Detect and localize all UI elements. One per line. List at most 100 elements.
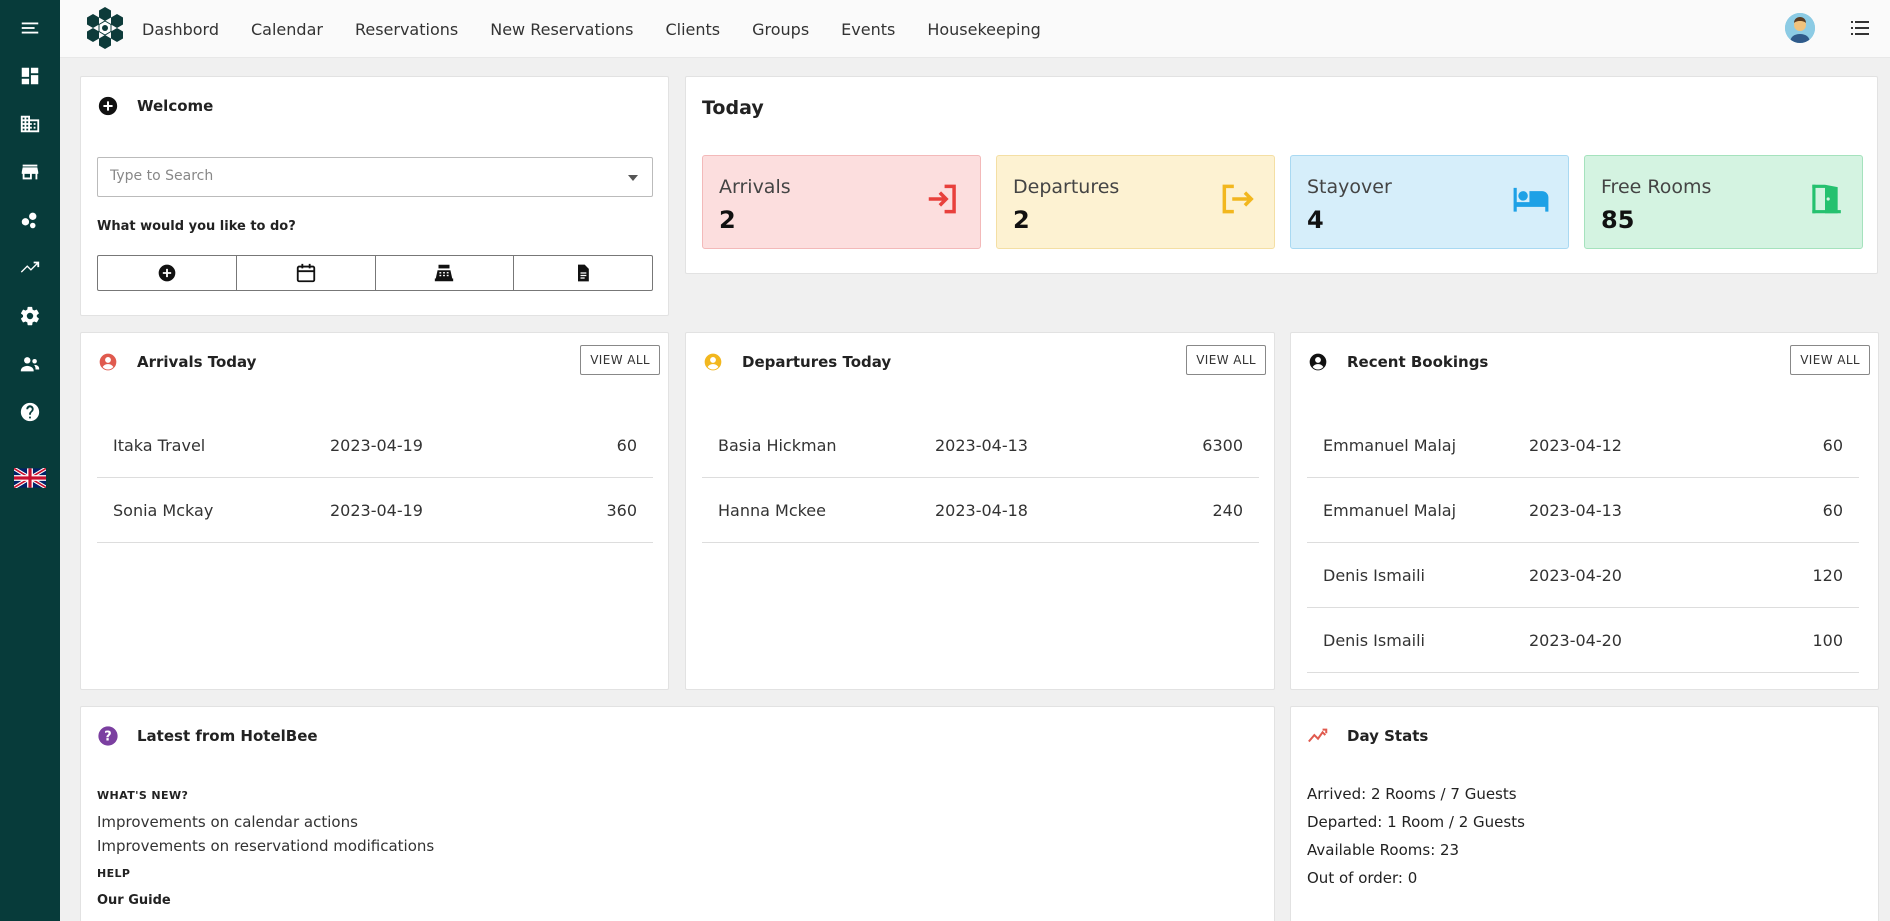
table-row[interactable]: Emmanuel Malaj 2023-04-12 60 [1307,413,1859,478]
news-item: Improvements on reservationd modificatio… [97,837,435,855]
guest-name: Basia Hickman [718,436,837,455]
latest-news-title: Latest from HotelBee [137,727,318,745]
our-guide-link[interactable]: Our Guide [97,893,171,908]
nav-groups[interactable]: Groups [752,20,809,39]
quick-document-button[interactable] [514,256,652,290]
users-icon[interactable] [15,349,45,379]
view-all-button[interactable]: VIEW ALL [580,345,660,375]
trend-icon[interactable] [15,253,45,283]
bubbles-icon[interactable] [15,205,45,235]
arrivals-stat[interactable]: Arrivals 2 [702,155,981,249]
today-card: Today Arrivals 2 Departures 2 Stayover 4… [685,76,1878,274]
search-input[interactable] [110,168,590,184]
table-row[interactable]: Denis Ismaili 2023-04-20 120 [1307,543,1859,608]
whats-new-heading: WHAT'S NEW? [97,789,189,802]
table-row[interactable]: Itaka Travel 2023-04-19 60 [97,413,653,478]
day-stat-line: Arrived: 2 Rooms / 7 Guests [1307,785,1517,803]
bed-icon [1513,187,1549,212]
door-open-icon [1812,184,1841,214]
nav-reservations[interactable]: Reservations [355,20,458,39]
stat-value: 2 [719,206,736,234]
svg-text:?: ? [104,730,111,745]
departures-stat[interactable]: Departures 2 [996,155,1275,249]
uk-flag-icon[interactable] [14,466,46,490]
today-title: Today [702,97,764,119]
main-nav: Dashbord Calendar Reservations New Reser… [142,0,1073,58]
account-circle-icon [1307,351,1329,373]
stat-label: Departures [1013,176,1120,198]
day-stats-card: Day Stats Arrived: 2 Rooms / 7 Guests De… [1290,706,1879,921]
table-row[interactable]: Sonia Mckay 2023-04-19 360 [97,478,653,543]
guest-name: Denis Ismaili [1323,631,1425,650]
day-stat-line: Departed: 1 Room / 2 Guests [1307,813,1525,831]
table-row[interactable]: Hanna Mckee 2023-04-18 240 [702,478,1259,543]
table-row[interactable]: Basia Hickman 2023-04-13 6300 [702,413,1259,478]
departure-date: 2023-04-18 [935,501,1028,520]
departures-today-title: Departures Today [742,353,892,371]
dashboard-icon[interactable] [15,61,45,91]
building-icon[interactable] [15,109,45,139]
arrivals-today-card: Arrivals Today VIEW ALL Itaka Travel 202… [80,332,669,690]
nav-new-reservations[interactable]: New Reservations [490,20,633,39]
calendar-icon [296,263,315,283]
avatar[interactable] [1785,13,1815,43]
help-circle-icon: ? [97,725,119,747]
amount: 240 [1212,501,1243,520]
nav-events[interactable]: Events [841,20,895,39]
help-icon[interactable] [15,397,45,427]
arrivals-list: Itaka Travel 2023-04-19 60 Sonia Mckay 2… [97,413,653,543]
table-row[interactable]: Emmanuel Malaj 2023-04-13 60 [1307,478,1859,543]
guest-name: Hanna Mckee [718,501,826,520]
recent-bookings-list: Emmanuel Malaj 2023-04-12 60 Emmanuel Ma… [1307,413,1859,673]
quick-cash-register-button[interactable] [376,256,515,290]
booking-date: 2023-04-20 [1529,566,1622,585]
guest-name: Emmanuel Malaj [1323,501,1457,520]
nav-calendar[interactable]: Calendar [251,20,323,39]
top-bar: Dashbord Calendar Reservations New Reser… [60,0,1890,58]
account-circle-icon [97,351,119,373]
booking-date: 2023-04-12 [1529,436,1622,455]
quick-add-button[interactable] [98,256,237,290]
stat-label: Free Rooms [1601,176,1712,198]
sidebar [0,0,60,921]
search-select[interactable] [97,157,653,197]
quick-actions-bar [97,255,653,291]
amount: 100 [1812,631,1843,650]
store-icon[interactable] [15,157,45,187]
amount: 360 [606,501,637,520]
add-circle-icon [158,264,176,282]
document-icon [578,264,589,282]
help-heading: HELP [97,867,131,880]
logout-icon [1222,184,1254,214]
quick-calendar-button[interactable] [237,256,376,290]
table-row[interactable]: Denis Ismaili 2023-04-20 100 [1307,608,1859,673]
login-icon [928,184,956,214]
day-stat-line: Available Rooms: 23 [1307,841,1460,859]
nav-housekeeping[interactable]: Housekeeping [927,20,1040,39]
departures-list: Basia Hickman 2023-04-13 6300 Hanna Mcke… [702,413,1259,543]
stayover-stat[interactable]: Stayover 4 [1290,155,1569,249]
welcome-card: Welcome What would you like to do? [80,76,669,316]
gear-icon[interactable] [15,301,45,331]
nav-dashboard[interactable]: Dashbord [142,20,219,39]
amount: 6300 [1202,436,1243,455]
recent-bookings-title: Recent Bookings [1347,353,1489,371]
guest-name: Itaka Travel [113,436,206,455]
recent-bookings-card: Recent Bookings VIEW ALL Emmanuel Malaj … [1290,332,1879,690]
arrivals-today-title: Arrivals Today [137,353,257,371]
view-all-button[interactable]: VIEW ALL [1186,345,1266,375]
amount: 120 [1812,566,1843,585]
free-rooms-stat[interactable]: Free Rooms 85 [1584,155,1863,249]
hotelbee-logo[interactable] [82,5,128,51]
chevron-down-icon[interactable] [628,175,638,181]
amount: 60 [616,436,637,455]
stat-value: 2 [1013,206,1030,234]
menu-icon[interactable] [15,13,45,43]
stat-label: Stayover [1307,176,1392,198]
guest-name: Emmanuel Malaj [1323,436,1457,455]
nav-clients[interactable]: Clients [665,20,720,39]
add-circle-icon [97,95,119,117]
list-menu-icon[interactable] [1848,16,1872,40]
view-all-button[interactable]: VIEW ALL [1790,345,1870,375]
welcome-title: Welcome [137,97,214,115]
